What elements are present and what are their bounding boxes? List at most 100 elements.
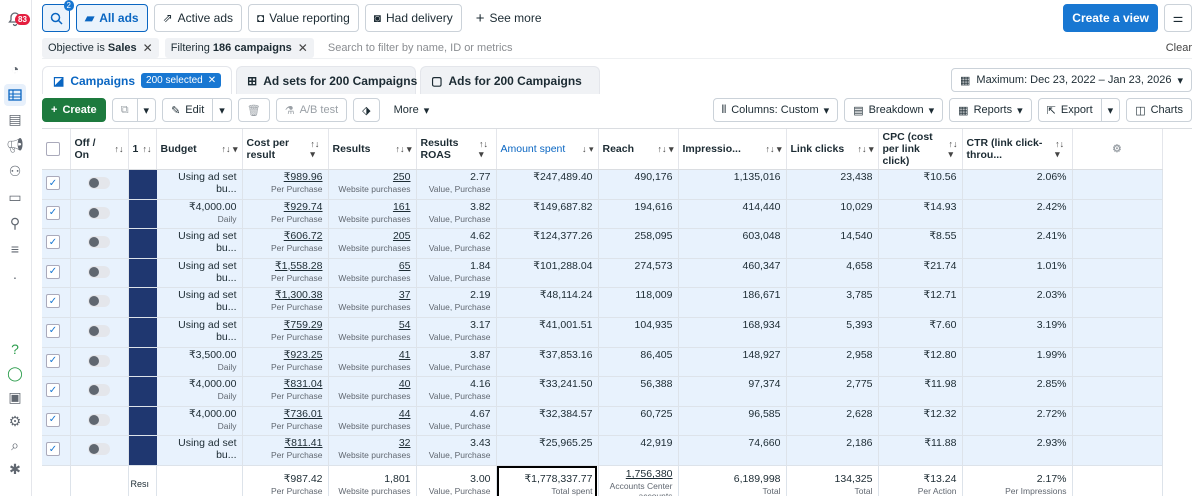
had-delivery-button[interactable]: ◙ Had delivery bbox=[364, 4, 462, 32]
table-row[interactable]: ✓ ₹4,000.00 Daily ₹736.01 Per Purchase 44 W… bbox=[42, 406, 1192, 437]
summary-reach-value[interactable]: 1,756,380 bbox=[626, 468, 673, 480]
select-all-checkbox[interactable] bbox=[46, 142, 60, 156]
export-menu-button[interactable]: ▾ bbox=[1101, 98, 1121, 122]
results-value[interactable]: 205 bbox=[393, 230, 411, 242]
budget-cell[interactable]: Using ad set bu... bbox=[156, 287, 243, 318]
close-icon[interactable]: ✕ bbox=[298, 41, 308, 55]
audience-icon[interactable]: ⚲ bbox=[4, 212, 26, 234]
campaign-toggle[interactable] bbox=[88, 354, 110, 367]
date-range-picker[interactable]: ▦ Maximum: Dec 23, 2022 – Jan 23, 2026 ▾ bbox=[951, 68, 1192, 92]
col-results-roas[interactable]: Results ROAS ↑↓ ▾ bbox=[416, 129, 497, 170]
table-row[interactable]: ✓ Using ad set bu... ₹1,558.28 Per Purcha… bbox=[42, 258, 1192, 289]
campaign-name-cell[interactable] bbox=[128, 376, 157, 407]
cpr-value[interactable]: ₹1,558.28 bbox=[275, 260, 323, 272]
row-select-cell[interactable]: ✓ bbox=[42, 258, 71, 289]
row-select-cell[interactable]: ✓ bbox=[42, 376, 71, 407]
bell-icon[interactable]: 83 bbox=[4, 8, 30, 30]
campaign-toggle[interactable] bbox=[88, 295, 110, 308]
table-row[interactable]: ✓ Using ad set bu... ₹759.29 Per Purchase… bbox=[42, 317, 1192, 348]
people-icon[interactable]: ⚇ bbox=[4, 160, 26, 182]
results-value[interactable]: 161 bbox=[393, 201, 411, 213]
campaign-name-cell[interactable] bbox=[128, 258, 157, 289]
budget-cell[interactable]: ₹3,500.00 Daily bbox=[156, 347, 243, 378]
tab-adsets[interactable]: ⊞ Ad sets for 200 Campaigns bbox=[236, 66, 417, 94]
campaign-toggle[interactable] bbox=[88, 384, 110, 397]
table-row[interactable]: ✓ ₹4,000.00 Daily ₹929.74 Per Purchase 161… bbox=[42, 199, 1192, 230]
menu-icon[interactable]: ≡ bbox=[4, 238, 26, 260]
cpr-value[interactable]: ₹811.41 bbox=[284, 437, 322, 449]
row-checkbox[interactable]: ✓ bbox=[46, 353, 60, 368]
col-name[interactable]: 1 ↑↓ bbox=[128, 129, 157, 170]
delete-button[interactable]: 🗑︎ bbox=[237, 98, 270, 122]
campaign-toggle[interactable] bbox=[88, 265, 110, 278]
table-row[interactable]: ✓ Using ad set bu... ₹1,300.38 Per Purcha… bbox=[42, 287, 1192, 318]
megaphone-icon[interactable]: 📢︎ bbox=[4, 134, 26, 156]
table-row[interactable]: ✓ ₹4,000.00 Daily ₹831.04 Per Purchase 40 W… bbox=[42, 376, 1192, 407]
col-settings[interactable]: ⚙ bbox=[1072, 129, 1163, 170]
campaign-toggle[interactable] bbox=[88, 413, 110, 426]
cpr-value[interactable]: ₹831.04 bbox=[284, 378, 323, 390]
budget-cell[interactable]: Using ad set bu... bbox=[156, 169, 243, 200]
billing-icon[interactable]: ▭ bbox=[4, 186, 26, 208]
row-checkbox[interactable]: ✓ bbox=[46, 412, 60, 427]
close-icon[interactable]: ✕ bbox=[143, 41, 153, 55]
budget-cell[interactable]: ₹4,000.00 Daily bbox=[156, 406, 243, 437]
toggle-cell[interactable] bbox=[70, 435, 129, 466]
row-select-cell[interactable]: ✓ bbox=[42, 228, 71, 259]
results-value[interactable]: 32 bbox=[399, 437, 411, 449]
campaign-toggle[interactable] bbox=[88, 177, 110, 189]
col-impressions[interactable]: Impressio... ↑↓ ▾ bbox=[678, 129, 787, 170]
results-value[interactable]: 54 bbox=[399, 319, 411, 331]
see-more-button[interactable]: + See more bbox=[468, 4, 550, 32]
columns-button[interactable]: ⫴ Columns: Custom ▾ bbox=[712, 98, 839, 122]
col-link-clicks[interactable]: Link clicks ↑↓ ▾ bbox=[786, 129, 879, 170]
breakdown-button[interactable]: ▤ Breakdown ▾ bbox=[844, 98, 944, 122]
row-checkbox[interactable]: ✓ bbox=[46, 383, 60, 398]
row-checkbox[interactable]: ✓ bbox=[46, 323, 60, 338]
edit-button[interactable]: ✎ Edit bbox=[162, 98, 214, 122]
col-results[interactable]: Results ↑↓ ▾ bbox=[328, 129, 417, 170]
row-select-cell[interactable]: ✓ bbox=[42, 347, 71, 378]
budget-cell[interactable]: Using ad set bu... bbox=[156, 228, 243, 259]
chat-icon[interactable]: ◯ bbox=[4, 362, 26, 384]
tab-campaigns[interactable]: ◪ Campaigns 200 selected ✕ bbox=[42, 66, 233, 94]
results-value[interactable]: 41 bbox=[399, 349, 411, 361]
export-button[interactable]: ⇱ Export bbox=[1037, 98, 1102, 122]
campaign-toggle[interactable] bbox=[88, 324, 110, 337]
report-icon[interactable]: ▣ bbox=[4, 386, 26, 408]
row-select-cell[interactable]: ✓ bbox=[42, 406, 71, 437]
row-select-cell[interactable]: ✓ bbox=[42, 435, 71, 466]
campaign-toggle[interactable] bbox=[88, 443, 110, 456]
tab-ads[interactable]: ▢ Ads for 200 Campaigns bbox=[420, 66, 601, 94]
campaign-name-cell[interactable] bbox=[128, 228, 157, 259]
results-value[interactable]: 37 bbox=[399, 289, 411, 301]
campaign-toggle[interactable] bbox=[88, 236, 110, 249]
results-value[interactable]: 44 bbox=[399, 408, 411, 420]
col-off-on[interactable]: Off / On ↑↓ bbox=[70, 129, 129, 170]
campaign-name-cell[interactable] bbox=[128, 435, 157, 466]
tag-button[interactable]: ⬗ bbox=[353, 98, 380, 122]
col-budget[interactable]: Budget ↑↓ ▾ bbox=[156, 129, 243, 170]
clear-filters-link[interactable]: Clear bbox=[1166, 42, 1192, 54]
col-cpc[interactable]: CPC (cost per link click) ↑↓ ▾ bbox=[878, 129, 963, 170]
col-ctr[interactable]: CTR (link click-throu... ↑↓ ▾ bbox=[962, 129, 1073, 170]
cpr-value[interactable]: ₹736.01 bbox=[284, 408, 323, 420]
budget-cell[interactable]: ₹4,000.00 Daily bbox=[156, 376, 243, 407]
select-all-header[interactable] bbox=[42, 129, 71, 170]
campaign-toggle[interactable] bbox=[88, 206, 110, 219]
toggle-cell[interactable] bbox=[70, 228, 129, 259]
objective-filter-chip[interactable]: Objective is Sales ✕ bbox=[42, 37, 159, 58]
create-button[interactable]: + Create bbox=[42, 98, 106, 122]
help-icon[interactable]: ? bbox=[4, 338, 26, 360]
edit-menu-button[interactable]: ▾ bbox=[213, 98, 232, 122]
budget-cell[interactable]: ₹4,000.00 Daily bbox=[156, 199, 243, 230]
cpr-value[interactable]: ₹606.72 bbox=[284, 230, 323, 242]
budget-cell[interactable]: Using ad set bu... bbox=[156, 317, 243, 348]
row-select-cell[interactable]: ✓ bbox=[42, 287, 71, 318]
campaign-name-cell[interactable] bbox=[128, 317, 157, 348]
all-ads-button[interactable]: ▰ All ads bbox=[76, 4, 148, 32]
filter-search-input[interactable]: Search to filter by name, ID or metrics bbox=[328, 42, 513, 54]
toggle-cell[interactable] bbox=[70, 169, 129, 200]
toggle-cell[interactable] bbox=[70, 406, 129, 437]
view-settings-button[interactable]: ⚌ bbox=[1164, 4, 1192, 32]
